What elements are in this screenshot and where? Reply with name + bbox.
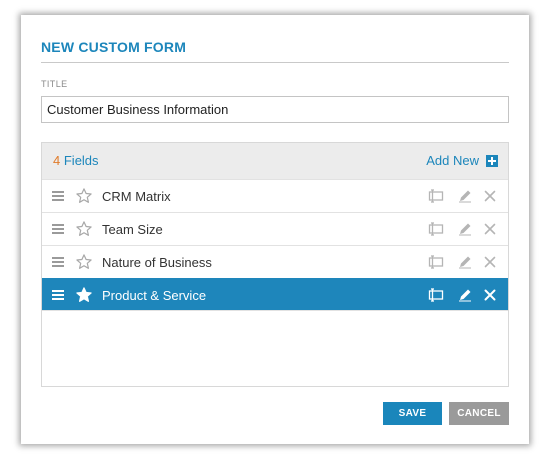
star-icon[interactable] bbox=[75, 286, 93, 304]
field-name: CRM Matrix bbox=[102, 189, 171, 204]
pencil-icon[interactable] bbox=[457, 255, 473, 269]
pencil-icon[interactable] bbox=[457, 288, 473, 302]
add-new-button[interactable]: Add New bbox=[426, 153, 498, 168]
field-type-icon[interactable] bbox=[428, 255, 444, 269]
field-row[interactable]: Product & Service bbox=[42, 278, 508, 311]
field-name: Nature of Business bbox=[102, 255, 212, 270]
star-icon[interactable] bbox=[75, 220, 93, 238]
field-row[interactable]: CRM Matrix bbox=[42, 179, 508, 212]
fields-header: 4 Fields Add New bbox=[42, 143, 508, 179]
field-name: Team Size bbox=[102, 222, 163, 237]
drag-handle-icon[interactable] bbox=[52, 191, 64, 201]
star-icon[interactable] bbox=[75, 253, 93, 271]
field-name: Product & Service bbox=[102, 288, 207, 303]
drag-handle-icon[interactable] bbox=[52, 257, 64, 267]
plus-icon bbox=[486, 154, 498, 167]
field-type-icon[interactable] bbox=[428, 222, 444, 236]
pencil-icon[interactable] bbox=[457, 222, 473, 236]
dialog-title: NEW CUSTOM FORM bbox=[41, 39, 187, 55]
save-button[interactable]: SAVE bbox=[383, 402, 442, 425]
field-type-icon[interactable] bbox=[428, 288, 444, 302]
field-type-icon[interactable] bbox=[428, 189, 444, 203]
add-new-label: Add New bbox=[426, 153, 479, 168]
close-icon[interactable] bbox=[483, 255, 499, 269]
title-field-label: TITLE bbox=[41, 79, 68, 89]
close-icon[interactable] bbox=[483, 222, 499, 236]
fields-panel: 4 Fields Add New CRM Matrix Team Size Natu… bbox=[41, 142, 509, 387]
title-divider bbox=[41, 62, 509, 63]
new-custom-form-dialog: NEW CUSTOM FORM TITLE 4 Fields Add New C… bbox=[21, 15, 529, 444]
close-icon[interactable] bbox=[483, 288, 499, 302]
fields-count-label: Fields bbox=[63, 153, 99, 168]
pencil-icon[interactable] bbox=[457, 189, 473, 203]
close-icon[interactable] bbox=[483, 189, 499, 203]
title-input[interactable] bbox=[41, 96, 509, 123]
field-row[interactable]: Nature of Business bbox=[42, 245, 508, 278]
drag-handle-icon[interactable] bbox=[52, 290, 64, 300]
fields-count-number: 4 bbox=[53, 153, 61, 168]
field-row[interactable]: Team Size bbox=[42, 212, 508, 245]
drag-handle-icon[interactable] bbox=[52, 224, 64, 234]
fields-count: 4 Fields bbox=[53, 153, 99, 168]
cancel-button[interactable]: CANCEL bbox=[449, 402, 509, 425]
star-icon[interactable] bbox=[75, 187, 93, 205]
